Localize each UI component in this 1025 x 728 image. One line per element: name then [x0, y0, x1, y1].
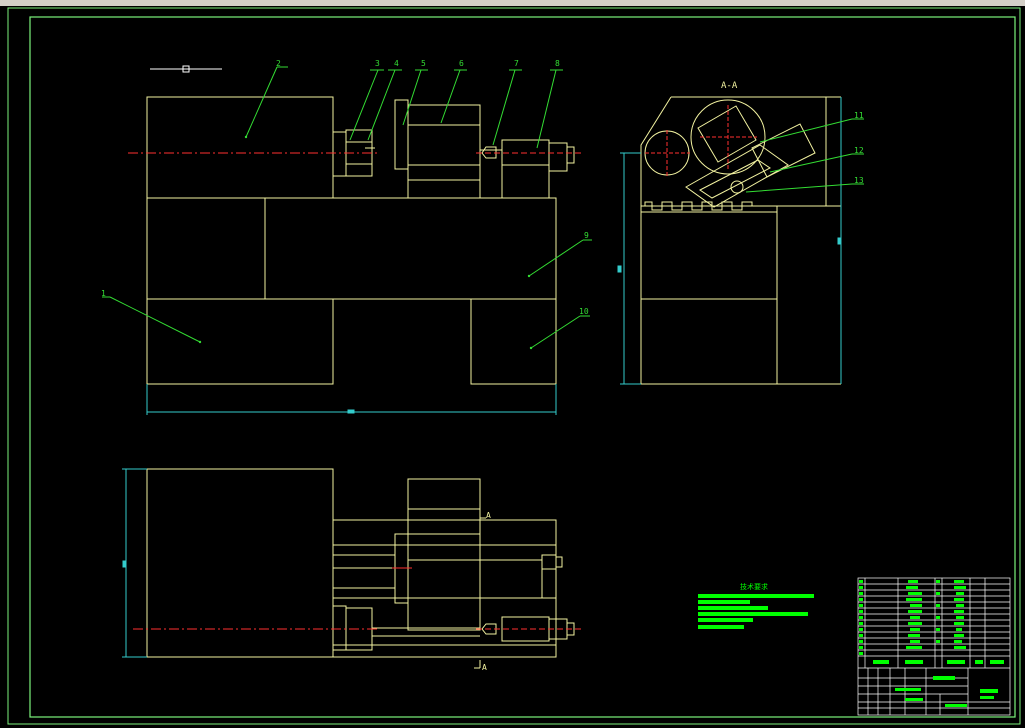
part-label-2: 2 [276, 59, 281, 68]
part-label-6: 6 [459, 59, 464, 68]
front-dimension [146, 384, 557, 415]
side-dimensions [617, 97, 842, 385]
cad-drawing-canvas[interactable]: 1 2 3 4 5 6 7 8 9 10 A-A 11 12 13 A A 技术… [0, 0, 1025, 728]
part-label-5: 5 [421, 59, 426, 68]
side-view [640, 96, 842, 385]
part-leaders-side [745, 118, 864, 193]
tech-notes-title: 技术要求 [740, 582, 768, 591]
leader-dots [198, 135, 533, 350]
parts-list-grid [858, 578, 1010, 669]
part-numbers-side: 11 12 13 [854, 111, 864, 185]
side-centerlines [645, 105, 757, 178]
part-label-4: 4 [394, 59, 399, 68]
title-block-text [873, 580, 1004, 707]
part-label-8: 8 [555, 59, 560, 68]
section-mark-a-bottom: A [482, 663, 487, 672]
part-label-10: 10 [579, 307, 589, 316]
part-label-1: 1 [101, 289, 106, 298]
part-label-13: 13 [854, 176, 864, 185]
title-block [857, 577, 1011, 716]
part-label-11: 11 [854, 111, 864, 120]
section-label: A-A [721, 81, 738, 91]
tech-notes-lines [698, 594, 814, 629]
front-view [146, 96, 575, 385]
part-label-7: 7 [514, 59, 519, 68]
part-label-9: 9 [584, 231, 589, 240]
part-label-3: 3 [375, 59, 380, 68]
technical-notes: 技术要求 [698, 582, 814, 629]
scale-marker [150, 65, 222, 73]
part-numbers-front: 1 2 3 4 5 6 7 8 9 10 [101, 59, 589, 316]
section-mark-a-top: A [486, 511, 491, 520]
part-leaders-front [102, 66, 592, 349]
part-label-12: 12 [854, 146, 864, 155]
